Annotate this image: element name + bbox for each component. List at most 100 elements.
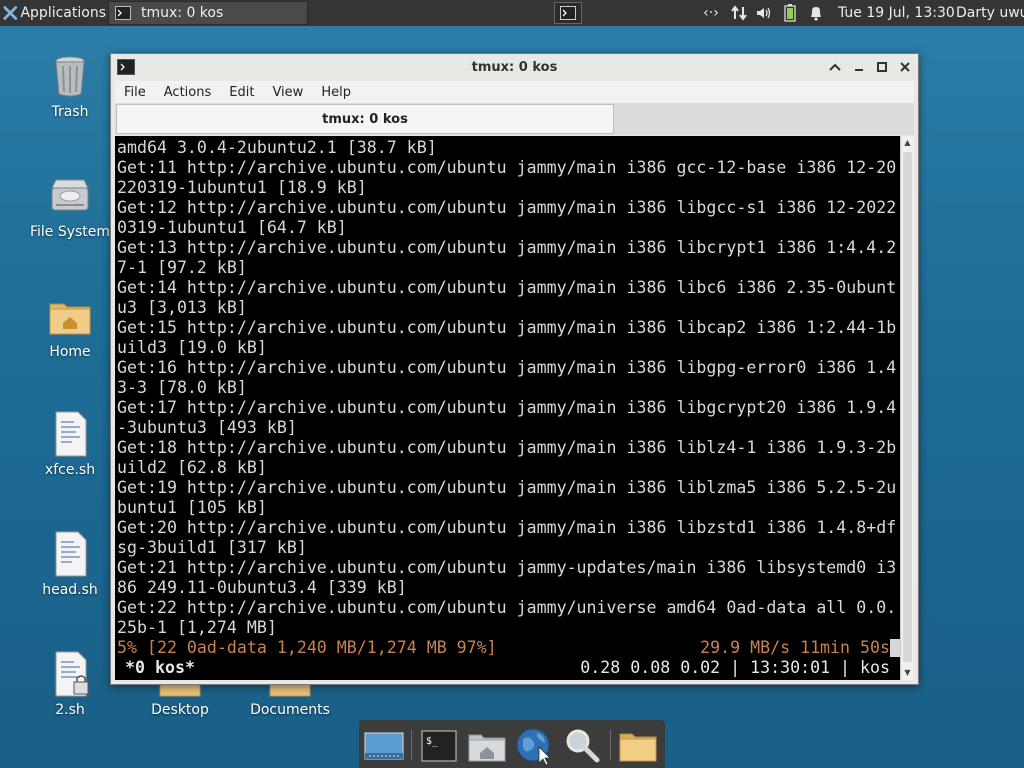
magnifier-icon: [566, 729, 600, 763]
terminal-line: Get:21 http://archive.ubuntu.com/ubuntu …: [117, 558, 897, 577]
taskbar-window-title: tmux: 0 kos: [141, 5, 224, 21]
desktop-icon-trash[interactable]: Trash: [20, 52, 120, 120]
window-titlebar[interactable]: tmux: 0 kos: [111, 54, 918, 81]
terminal-line: amd64 3.0.4-2ubuntu2.1 [38.7 kB]: [117, 138, 437, 157]
terminal-line: 7-1 [97.2 kB]: [117, 258, 247, 277]
menu-file[interactable]: File: [115, 85, 155, 100]
terminal-line: uild3 [19.0 kB]: [117, 338, 267, 357]
terminal-line: Get:15 http://archive.ubuntu.com/ubuntu …: [117, 318, 897, 337]
terminal-line: Get:16 http://archive.ubuntu.com/ubuntu …: [117, 358, 897, 377]
terminal-scrollbar[interactable]: ▲ ▼: [900, 136, 914, 680]
dock-separator: [411, 730, 412, 760]
terminal-output[interactable]: amd64 3.0.4-2ubuntu2.1 [38.7 kB] Get:11 …: [115, 136, 900, 680]
menu-actions[interactable]: Actions: [155, 85, 221, 100]
apt-progress-speed-text: 29.9 MB/s 11min 50s: [700, 638, 890, 657]
dock-web-browser-button[interactable]: [514, 726, 556, 766]
terminal-line: Get:11 http://archive.ubuntu.com/ubuntu …: [117, 158, 897, 177]
window-menu-up-icon[interactable]: [827, 59, 843, 75]
applications-menu[interactable]: Applications: [0, 0, 106, 26]
maximize-button[interactable]: [874, 59, 890, 75]
network-arrows-icon[interactable]: ‹·›: [700, 4, 722, 22]
clock[interactable]: Tue 19 Jul, 13:30: [838, 0, 955, 26]
home-folder-icon: [468, 734, 506, 762]
terminal-window[interactable]: tmux: 0 kos File Actions Edit View Help …: [110, 53, 919, 685]
svg-text:$_: $_: [426, 736, 439, 747]
desktop-icon-xfce-sh[interactable]: xfce.sh: [20, 410, 120, 478]
taskbar-window-button[interactable]: tmux: 0 kos: [108, 1, 308, 25]
tmux-window-list[interactable]: *0 kos*: [125, 658, 195, 678]
terminal-line: Get:18 http://archive.ubuntu.com/ubuntu …: [117, 438, 897, 457]
desktop-icon-label: Documents: [250, 702, 330, 718]
window-title: tmux: 0 kos: [471, 60, 558, 75]
terminal-line: 0319-1ubuntu1 [64.7 kB]: [117, 218, 347, 237]
terminal-line: -3ubuntu3 [493 kB]: [117, 418, 297, 437]
terminal-line: 86 249.11-0ubuntu3.4 [339 kB]: [117, 578, 407, 597]
shell-script-icon: [55, 531, 87, 577]
notification-bell-icon[interactable]: [806, 4, 826, 22]
folder-icon: [619, 733, 657, 762]
terminal-line: buntu1 [105 kB]: [117, 498, 267, 517]
dock-show-desktop-button[interactable]: [363, 726, 405, 766]
scrollbar-thumb[interactable]: [903, 152, 912, 662]
terminal-cursor: [890, 639, 900, 657]
trash-icon: [55, 56, 85, 97]
shell-script-icon: [55, 411, 87, 457]
locked-shell-script-icon: [55, 651, 89, 697]
xfce-logo-icon: [3, 6, 18, 20]
dock-file-manager-button[interactable]: [466, 726, 508, 766]
close-button[interactable]: [897, 59, 913, 75]
desktop-icon-home[interactable]: Home: [20, 292, 120, 360]
desktop-icon-label: Home: [49, 344, 91, 360]
menu-bar: File Actions Edit View Help: [115, 81, 914, 103]
user-menu[interactable]: Darty uwu: [956, 0, 1024, 26]
terminal-line: Get:17 http://archive.ubuntu.com/ubuntu …: [117, 398, 897, 417]
terminal-line: Get:20 http://archive.ubuntu.com/ubuntu …: [117, 518, 897, 537]
desktop-icon-label: Desktop: [151, 702, 209, 718]
battery-icon[interactable]: [782, 4, 798, 22]
scroll-up-icon[interactable]: ▲: [901, 136, 914, 150]
terminal-line: 3-3 [78.0 kB]: [117, 378, 247, 397]
hard-drive-icon: [51, 179, 89, 211]
terminal-line: Get:12 http://archive.ubuntu.com/ubuntu …: [117, 198, 897, 217]
menu-view[interactable]: View: [263, 85, 312, 100]
minimize-button[interactable]: [851, 59, 867, 75]
terminal-line: Get:14 http://archive.ubuntu.com/ubuntu …: [117, 278, 897, 297]
tmux-status-right: 0.28 0.08 0.02 | 13:30:01 | kos: [580, 658, 890, 677]
menu-help[interactable]: Help: [312, 85, 360, 100]
desktop-icon-label: head.sh: [42, 582, 98, 598]
transfer-icon[interactable]: [728, 4, 750, 22]
terminal-line: 25b-1 [1,274 MB]: [117, 618, 277, 637]
volume-icon[interactable]: [754, 4, 774, 22]
scroll-down-icon[interactable]: ▼: [901, 666, 914, 680]
tab-bar: tmux: 0 kos: [115, 103, 914, 135]
terminal-icon: [115, 6, 131, 20]
terminal-line: uild2 [62.8 kB]: [117, 458, 267, 477]
dock-terminal-button[interactable]: $_: [418, 726, 460, 766]
home-folder-icon: [49, 303, 91, 335]
apt-progress-speed: 29.9 MB/s 11min 50s: [700, 638, 900, 658]
applications-menu-label: Applications: [20, 5, 106, 21]
globe-icon: [516, 728, 551, 765]
terminal-line: Get:19 http://archive.ubuntu.com/ubuntu …: [117, 478, 897, 497]
desktop-icon-label: Trash: [51, 104, 89, 120]
show-desktop-icon: [364, 732, 404, 760]
terminal-launcher-button[interactable]: [554, 2, 582, 24]
desktop-icon-label: xfce.sh: [44, 462, 96, 478]
tab-tmux[interactable]: tmux: 0 kos: [116, 104, 614, 134]
desktop-icon-head-sh[interactable]: head.sh: [20, 530, 120, 598]
menu-edit[interactable]: Edit: [220, 85, 263, 100]
terminal-icon: $_: [421, 730, 457, 762]
desktop-icon-file-system[interactable]: File System: [20, 172, 120, 240]
terminal-lines: amd64 3.0.4-2ubuntu2.1 [38.7 kB] Get:11 …: [117, 138, 900, 638]
dock-panel: $_: [359, 720, 665, 768]
terminal-line: Get:13 http://archive.ubuntu.com/ubuntu …: [117, 238, 897, 257]
apt-progress-status: 5% [22 0ad-data 1,240 MB/1,274 MB 97%]: [117, 638, 497, 657]
top-panel: Applications tmux: 0 kos ‹·› Tue 19 Jul,…: [0, 0, 1024, 26]
desktop-icon-label: File System: [29, 224, 111, 240]
dock-search-button[interactable]: [562, 726, 604, 766]
terminal-line: Get:22 http://archive.ubuntu.com/ubuntu …: [117, 598, 897, 617]
dock-folder-button[interactable]: [617, 726, 659, 766]
desktop-icon-2-sh[interactable]: 2.sh: [20, 650, 120, 718]
terminal-line: sg-3build1 [317 kB]: [117, 538, 307, 557]
tmux-status-bar: *0 kos* 0.28 0.08 0.02 | 13:30:01 | kos: [117, 658, 900, 678]
